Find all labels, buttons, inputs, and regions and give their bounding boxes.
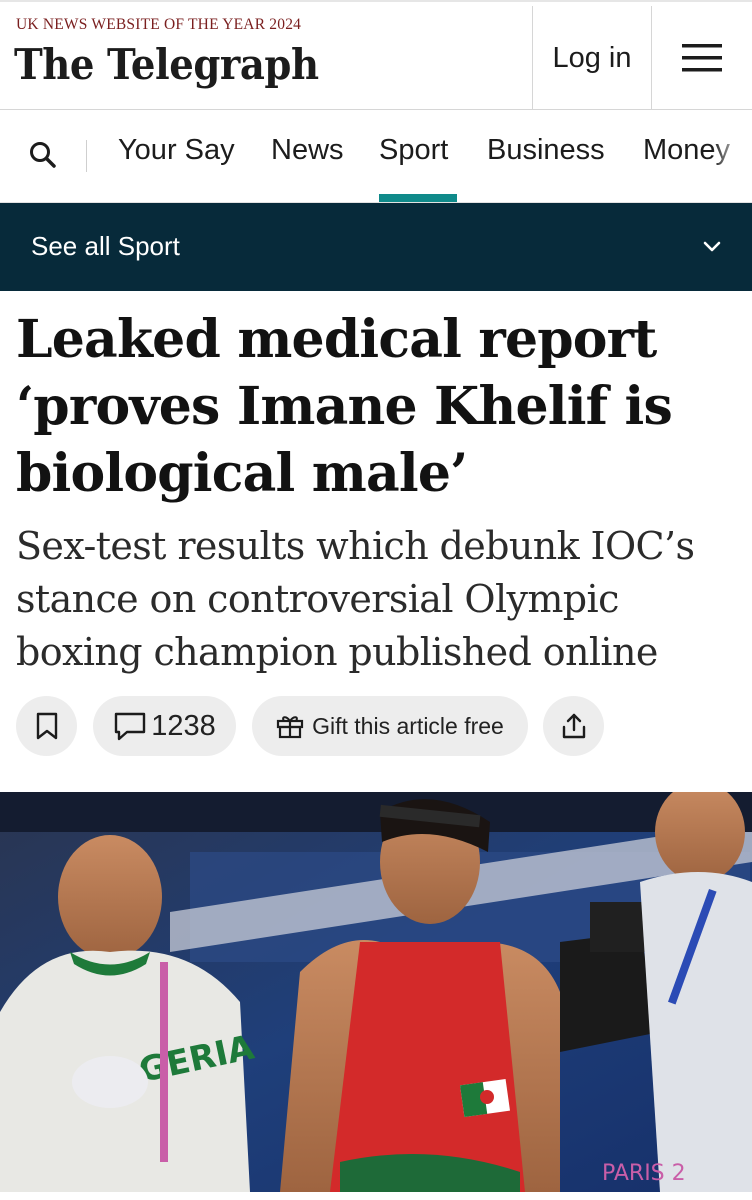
comments-button[interactable]: 1238 xyxy=(93,696,236,756)
share-icon xyxy=(562,713,585,739)
login-button[interactable]: Log in xyxy=(532,6,652,110)
site-header: UK NEWS WEBSITE OF THE YEAR 2024 The Tel… xyxy=(0,0,752,110)
menu-button[interactable] xyxy=(652,6,752,110)
article-headline: Leaked medical report ‘proves Imane Khel… xyxy=(16,309,673,504)
boxing-photo-illustration: ALGERIA PARIS 2 xyxy=(0,792,752,1192)
see-all-sport-bar[interactable]: See all Sport xyxy=(0,203,752,291)
nav-separator xyxy=(86,140,87,172)
gift-article-label: Gift this article free xyxy=(312,712,504,739)
award-banner: UK NEWS WEBSITE OF THE YEAR 2024 xyxy=(16,16,302,33)
section-nav: Your Say News Sport Business Money xyxy=(0,110,752,203)
svg-text:PARIS 2: PARIS 2 xyxy=(602,1161,686,1186)
gift-article-button[interactable]: Gift this article free xyxy=(252,696,528,756)
nav-item-news[interactable]: News xyxy=(271,134,344,167)
nav-item-business[interactable]: Business xyxy=(487,134,605,167)
nav-item-your-say[interactable]: Your Say xyxy=(118,134,235,167)
bookmark-button[interactable] xyxy=(16,696,77,756)
telegraph-logo[interactable]: The Telegraph xyxy=(14,40,319,89)
nav-fade xyxy=(712,110,752,202)
comment-icon xyxy=(115,712,146,741)
article-hero-image: ALGERIA PARIS 2 xyxy=(0,792,752,1192)
bookmark-icon xyxy=(36,712,57,740)
gift-icon xyxy=(277,716,304,739)
comment-count: 1238 xyxy=(151,709,216,742)
hamburger-menu-icon xyxy=(682,44,722,72)
article-standfirst: Sex-test results which debunk IOC’s stan… xyxy=(16,524,695,674)
chevron-down-icon xyxy=(703,241,721,252)
share-button[interactable] xyxy=(543,696,604,756)
search-icon[interactable] xyxy=(28,140,58,170)
see-all-sport-label: See all Sport xyxy=(31,231,180,261)
nav-active-indicator xyxy=(379,194,457,202)
nav-item-sport[interactable]: Sport xyxy=(379,134,448,167)
